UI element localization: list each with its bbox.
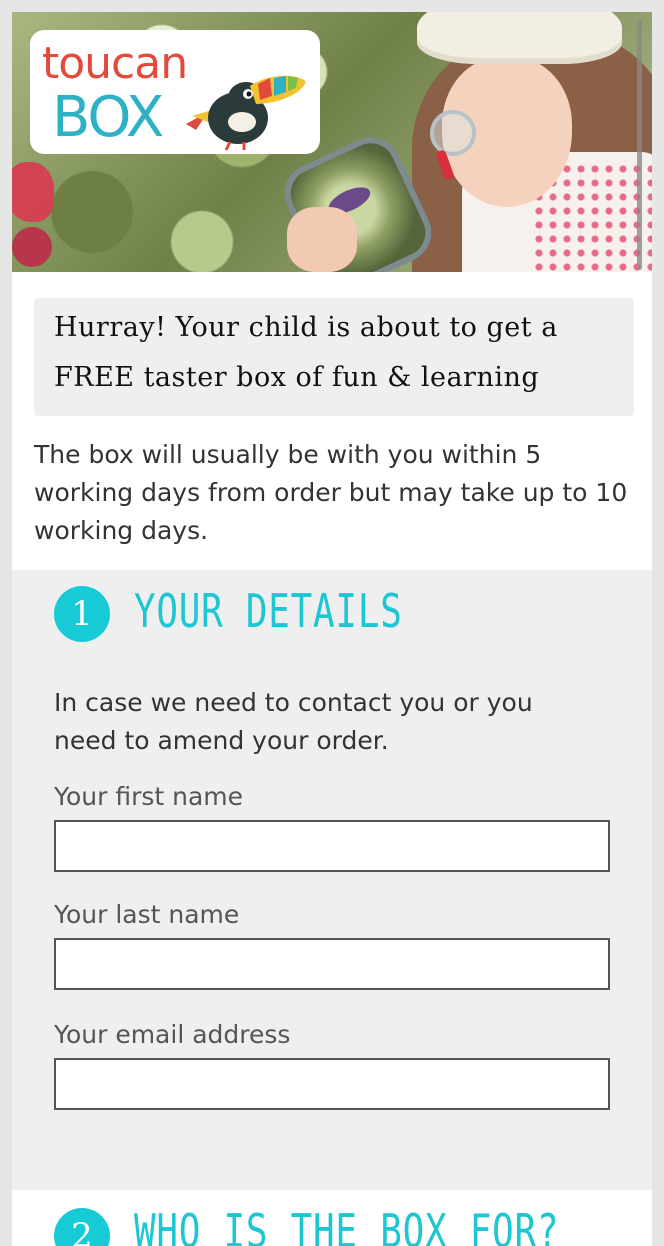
delivery-info-text: The box will usually be with you within … <box>34 440 628 545</box>
hero-hand <box>287 207 357 272</box>
last-name-label: Your last name <box>54 900 240 929</box>
hero-image: toucan BOX <box>12 12 652 272</box>
hero-flower <box>12 227 52 267</box>
section-description: In case we need to contact you or you ne… <box>54 688 533 755</box>
hero-girl-hat <box>417 12 622 64</box>
logo-word-box: BOX <box>52 85 164 150</box>
promo-banner: Hurray! Your child is about to get a FRE… <box>34 298 634 416</box>
toucan-bird-icon <box>186 75 306 151</box>
step-number-badge: 2 <box>54 1208 110 1246</box>
magnifier-glass <box>430 110 476 156</box>
banner-line-1: Hurray! Your child is about to get a <box>54 312 558 343</box>
first-name-label: Your first name <box>54 782 244 811</box>
your-details-section: 1 YOUR DETAILS In case we need to contac… <box>12 570 652 1190</box>
scrollbar-thumb[interactable] <box>637 20 642 270</box>
banner-line-2: FREE taster box of fun & learning <box>54 362 540 393</box>
logo[interactable]: toucan BOX <box>30 30 320 154</box>
first-name-input[interactable] <box>54 820 610 872</box>
page-frame: toucan BOX Hurray! Your child is about t… <box>12 12 652 1246</box>
hero-flower <box>12 162 54 222</box>
logo-word-toucan: toucan <box>42 38 188 89</box>
email-label: Your email address <box>54 1020 291 1049</box>
section-title: WHO IS THE BOX FOR? <box>134 1204 560 1246</box>
section-title: YOUR DETAILS <box>134 584 403 638</box>
email-input[interactable] <box>54 1058 610 1110</box>
last-name-input[interactable] <box>54 938 610 990</box>
step-number-badge: 1 <box>54 586 110 642</box>
box-recipient-section: 2 WHO IS THE BOX FOR? <box>12 1190 652 1246</box>
